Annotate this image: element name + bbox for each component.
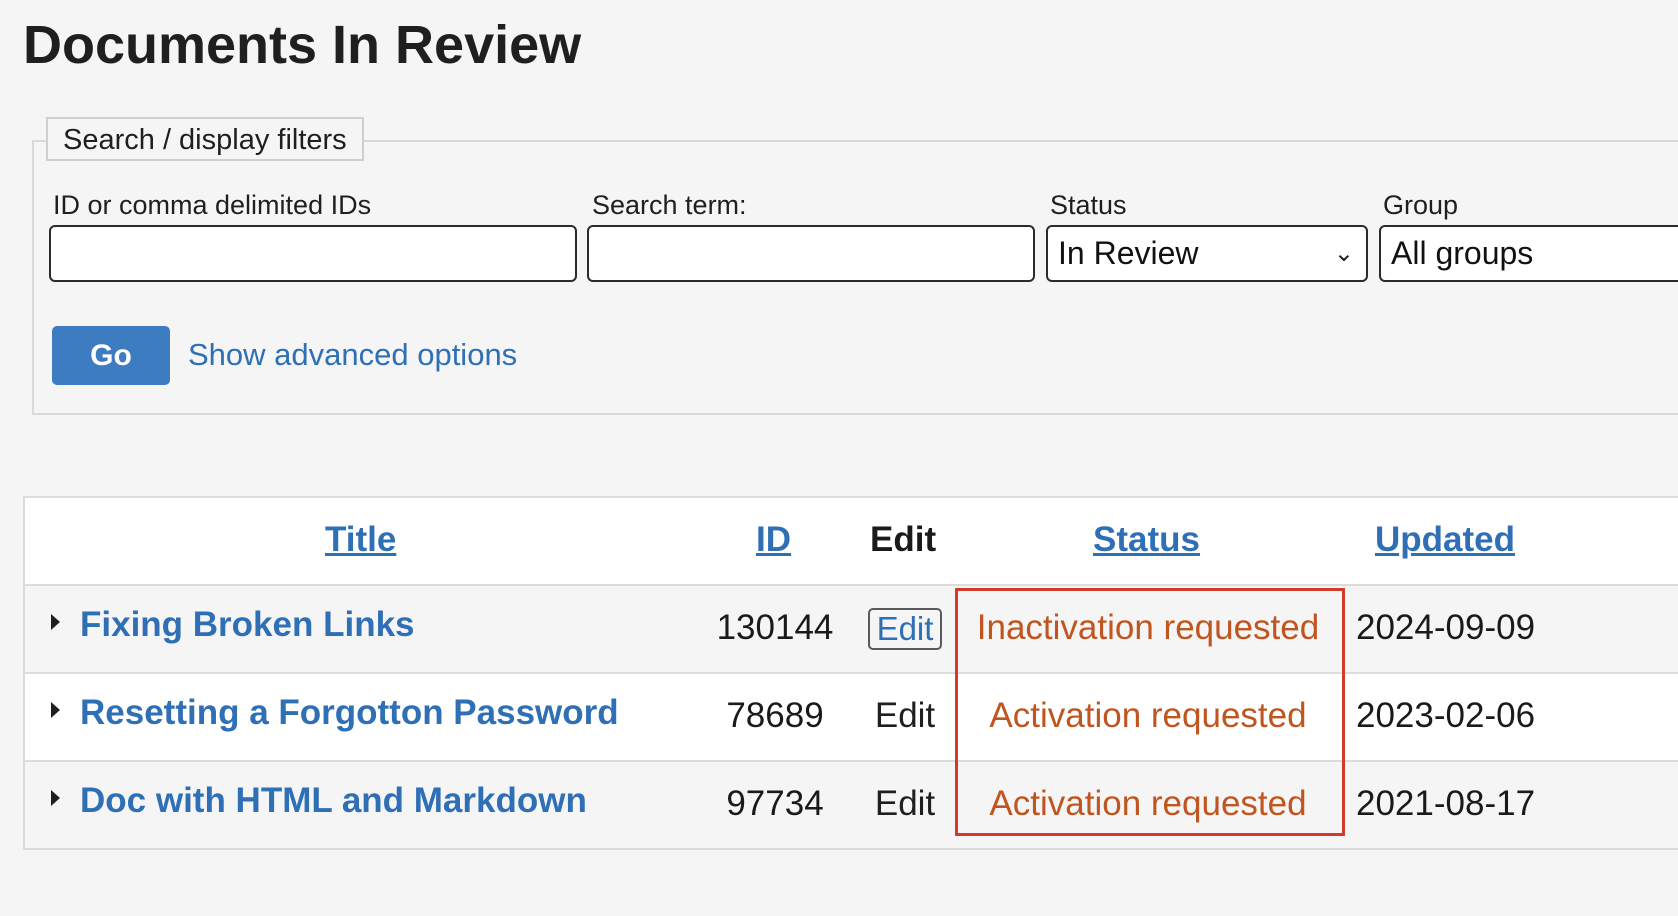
ids-input[interactable] [49,225,577,282]
expand-caret-icon[interactable] [51,790,60,806]
expand-caret-icon[interactable] [51,702,60,718]
table-row: Fixing Broken Links 130144 Edit Inactiva… [25,586,1678,674]
group-label: Group [1383,190,1459,220]
edit-link[interactable]: Edit [868,608,942,650]
status-select-value: In Review [1058,235,1199,271]
table-row: Doc with HTML and Markdown 97734 Edit Ac… [25,762,1678,850]
document-id: 97734 [726,784,824,823]
ids-label: ID or comma delimited IDs [53,190,372,220]
search-label: Search term: [592,190,747,220]
document-title-link[interactable]: Doc with HTML and Markdown [80,781,587,821]
table-row: Resetting a Forgotton Password 78689 Edi… [25,674,1678,762]
show-advanced-options-link[interactable]: Show advanced options [188,337,517,373]
edit-link[interactable]: Edit [865,696,945,736]
expand-caret-icon[interactable] [51,614,60,630]
chevron-down-icon: ⌄ [1333,240,1354,267]
updated-date: 2021-08-17 [1356,784,1536,823]
status-text: Activation requested [989,784,1307,823]
document-id: 130144 [716,608,834,647]
column-header-edit: Edit [870,520,937,559]
status-text: Inactivation requested [976,608,1320,647]
go-button[interactable]: Go [52,326,170,385]
status-label: Status [1050,190,1127,220]
filters-legend: Search / display filters [46,117,364,161]
document-title-link[interactable]: Fixing Broken Links [80,605,415,645]
page-title: Documents In Review [23,15,582,75]
document-id: 78689 [726,696,824,735]
results-table: Title ID Edit Status Updated Fixing Brok… [23,496,1678,850]
document-title-link[interactable]: Resetting a Forgotton Password [80,693,619,733]
status-text: Activation requested [989,696,1307,735]
column-header-updated[interactable]: Updated [1375,520,1515,560]
column-header-status[interactable]: Status [1093,520,1200,560]
updated-date: 2023-02-06 [1356,696,1536,735]
table-header: Title ID Edit Status Updated [25,498,1678,586]
column-header-title[interactable]: Title [325,520,396,560]
group-select-value: All groups [1391,235,1534,271]
updated-date: 2024-09-09 [1356,608,1536,647]
search-input[interactable] [587,225,1035,282]
edit-link[interactable]: Edit [865,784,945,824]
group-select[interactable]: All groups [1379,225,1678,282]
status-select[interactable]: In Review ⌄ [1046,225,1368,282]
column-header-id[interactable]: ID [756,520,791,560]
